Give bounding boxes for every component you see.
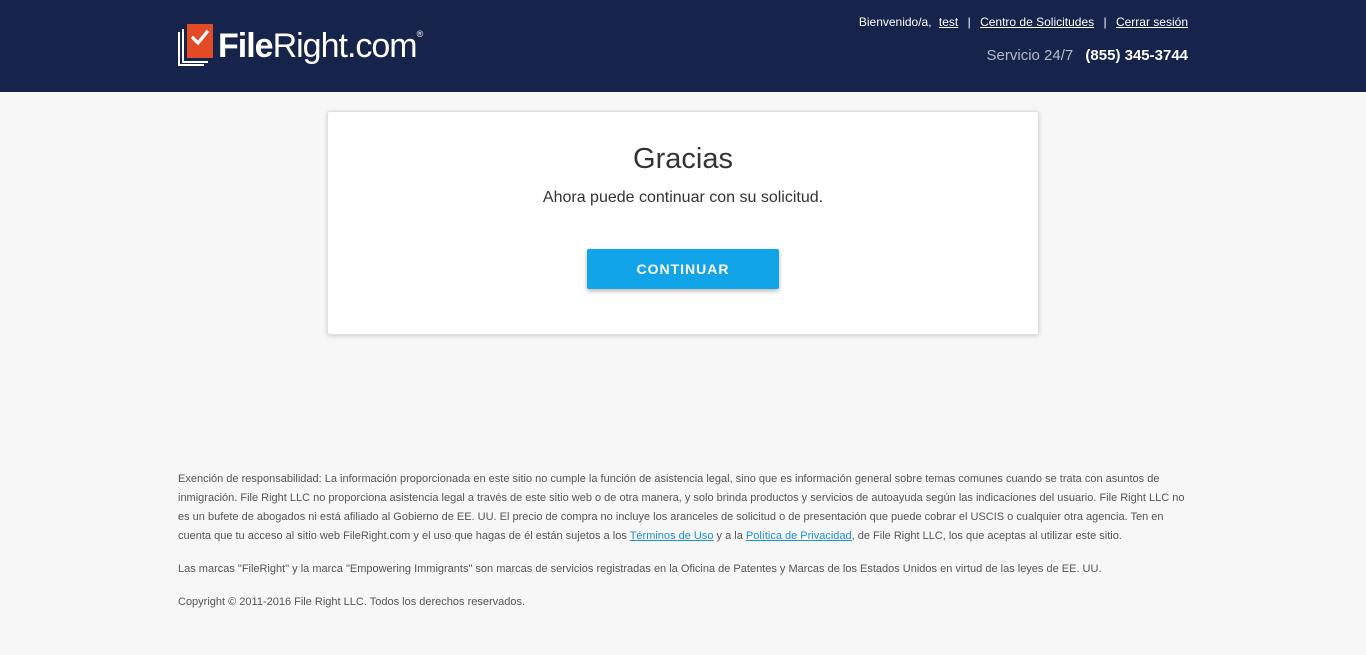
- trademark-notice: Las marcas "FileRight" y la marca "Empow…: [178, 563, 1102, 575]
- logo-wordmark: FileRight.com®: [218, 27, 423, 65]
- copyright: Copyright © 2011-2016 File Right LLC. To…: [178, 596, 526, 608]
- requests-center-link[interactable]: Centro de Solicitudes: [980, 15, 1094, 29]
- site-header: FileRight.com® Bienvenido/a, test | Cent…: [0, 0, 1366, 92]
- confirmation-card: Gracias Ahora puede continuar con su sol…: [327, 111, 1039, 335]
- footer: Exención de responsabilidad: La informac…: [178, 470, 1188, 626]
- continue-button[interactable]: CONTINUAR: [587, 249, 779, 289]
- service-label: Servicio 24/7: [986, 47, 1074, 64]
- username-link[interactable]: test: [939, 15, 958, 29]
- disclaimer: Exención de responsabilidad: La informac…: [178, 473, 1185, 542]
- privacy-link[interactable]: Política de Privacidad: [746, 530, 852, 542]
- phone-number[interactable]: (855) 345-3744: [1085, 47, 1188, 64]
- user-nav: Bienvenido/a, test | Centro de Solicitud…: [859, 15, 1188, 29]
- support-phone: Servicio 24/7 (855) 345-3744: [987, 47, 1188, 64]
- terms-link[interactable]: Términos de Uso: [630, 530, 714, 542]
- document-check-icon: [178, 24, 214, 68]
- page-title: Gracias: [633, 143, 733, 175]
- logout-link[interactable]: Cerrar sesión: [1116, 15, 1188, 29]
- nav-separator: |: [967, 15, 971, 29]
- fileright-logo[interactable]: FileRight.com®: [178, 24, 423, 68]
- nav-separator: |: [1103, 15, 1107, 29]
- confirmation-message: Ahora puede continuar con su solicitud.: [542, 189, 824, 206]
- welcome-text: Bienvenido/a,: [858, 15, 932, 29]
